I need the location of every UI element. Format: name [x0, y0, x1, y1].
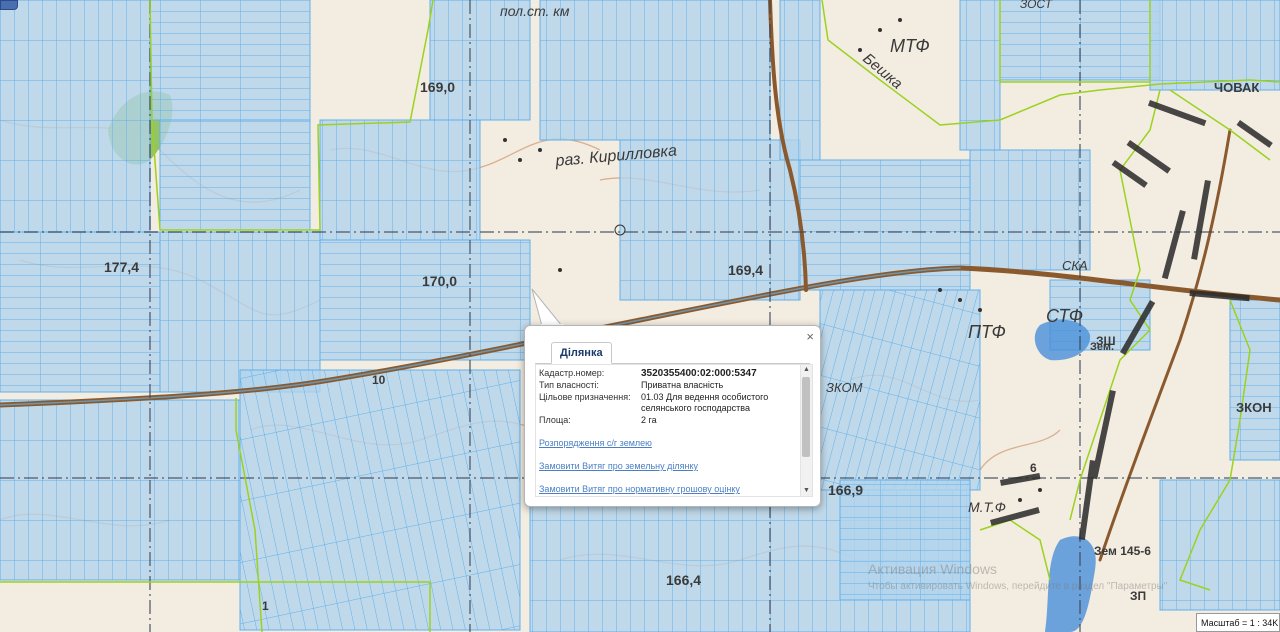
- popup-scrollbar[interactable]: ▲ ▼: [800, 365, 812, 496]
- svg-text:ЗКОМ: ЗКОМ: [826, 380, 863, 395]
- svg-text:МТФ: МТФ: [890, 36, 930, 56]
- field-label: Тип власності:: [539, 380, 599, 390]
- windows-activation-title: Активация Windows: [868, 561, 998, 577]
- svg-text:170,0: 170,0: [422, 273, 457, 289]
- field-value: 01.03 Для ведення особистого селянського…: [641, 392, 769, 413]
- svg-text:177,4: 177,4: [104, 259, 139, 275]
- field-value: 2 га: [641, 415, 657, 425]
- field-value: Приватна власність: [641, 380, 724, 390]
- link-order-parcel-extract[interactable]: Замовити Витяг про земельну ділянку: [539, 461, 698, 471]
- windows-activation-subtitle: Чтобы активировать Windows, перейдите в …: [868, 581, 1168, 592]
- svg-text:166,9: 166,9: [828, 482, 863, 498]
- scroll-up-icon[interactable]: ▲: [801, 365, 812, 375]
- map-scale: Масштаб = 1 : 34K: [1196, 613, 1280, 632]
- svg-text:СКА: СКА: [1062, 258, 1088, 273]
- svg-text:М.Т.Ф: М.Т.Ф: [968, 499, 1006, 515]
- svg-text:1: 1: [262, 599, 269, 613]
- svg-text:СТФ: СТФ: [1046, 306, 1083, 326]
- field-value: 3520355400:02:000:5347: [641, 368, 757, 379]
- tab-parcel[interactable]: Ділянка: [551, 342, 612, 364]
- svg-text:Зем.: Зем.: [1090, 341, 1114, 353]
- svg-text:ПТФ: ПТФ: [968, 322, 1006, 342]
- svg-text:10: 10: [372, 373, 386, 387]
- svg-text:пол.ст. км: пол.ст. км: [500, 3, 570, 19]
- popup-pointer: [531, 288, 564, 328]
- svg-text:169,4: 169,4: [728, 262, 763, 278]
- layer-switcher-button[interactable]: [0, 0, 18, 10]
- popup-content[interactable]: Кадастр.номер: 3520355400:02:000:5347 Ти…: [535, 364, 813, 497]
- link-land-disposal[interactable]: Розпорядження с/г землею: [539, 438, 652, 448]
- field-label: Кадастр.номер:: [539, 368, 605, 378]
- svg-text:169,0: 169,0: [420, 79, 455, 95]
- svg-text:Зем 145-6: Зем 145-6: [1094, 544, 1151, 558]
- svg-text:ЗКОН: ЗКОН: [1236, 400, 1272, 415]
- field-label: Площа:: [539, 415, 571, 425]
- scroll-thumb[interactable]: [802, 377, 810, 457]
- popup-tab-bar: Ділянка: [535, 342, 810, 364]
- field-label: Цільове призначення:: [539, 392, 631, 402]
- svg-text:166,4: 166,4: [666, 572, 701, 588]
- map-canvas[interactable]: 169,0 177,4 170,0 169,4 166,9 166,4 МТФ …: [0, 0, 1280, 632]
- svg-text:6: 6: [1030, 461, 1037, 475]
- svg-text:ЗОСТ: ЗОСТ: [1020, 0, 1054, 11]
- svg-text:ЧОВАК: ЧОВАК: [1214, 80, 1259, 95]
- scroll-down-icon[interactable]: ▼: [801, 486, 812, 496]
- parcel-info-popup: × Ділянка Кадастр.номер: 3520355400:02:0…: [524, 325, 821, 507]
- link-order-valuation-extract[interactable]: Замовити Витяг про нормативну грошову оц…: [539, 484, 740, 494]
